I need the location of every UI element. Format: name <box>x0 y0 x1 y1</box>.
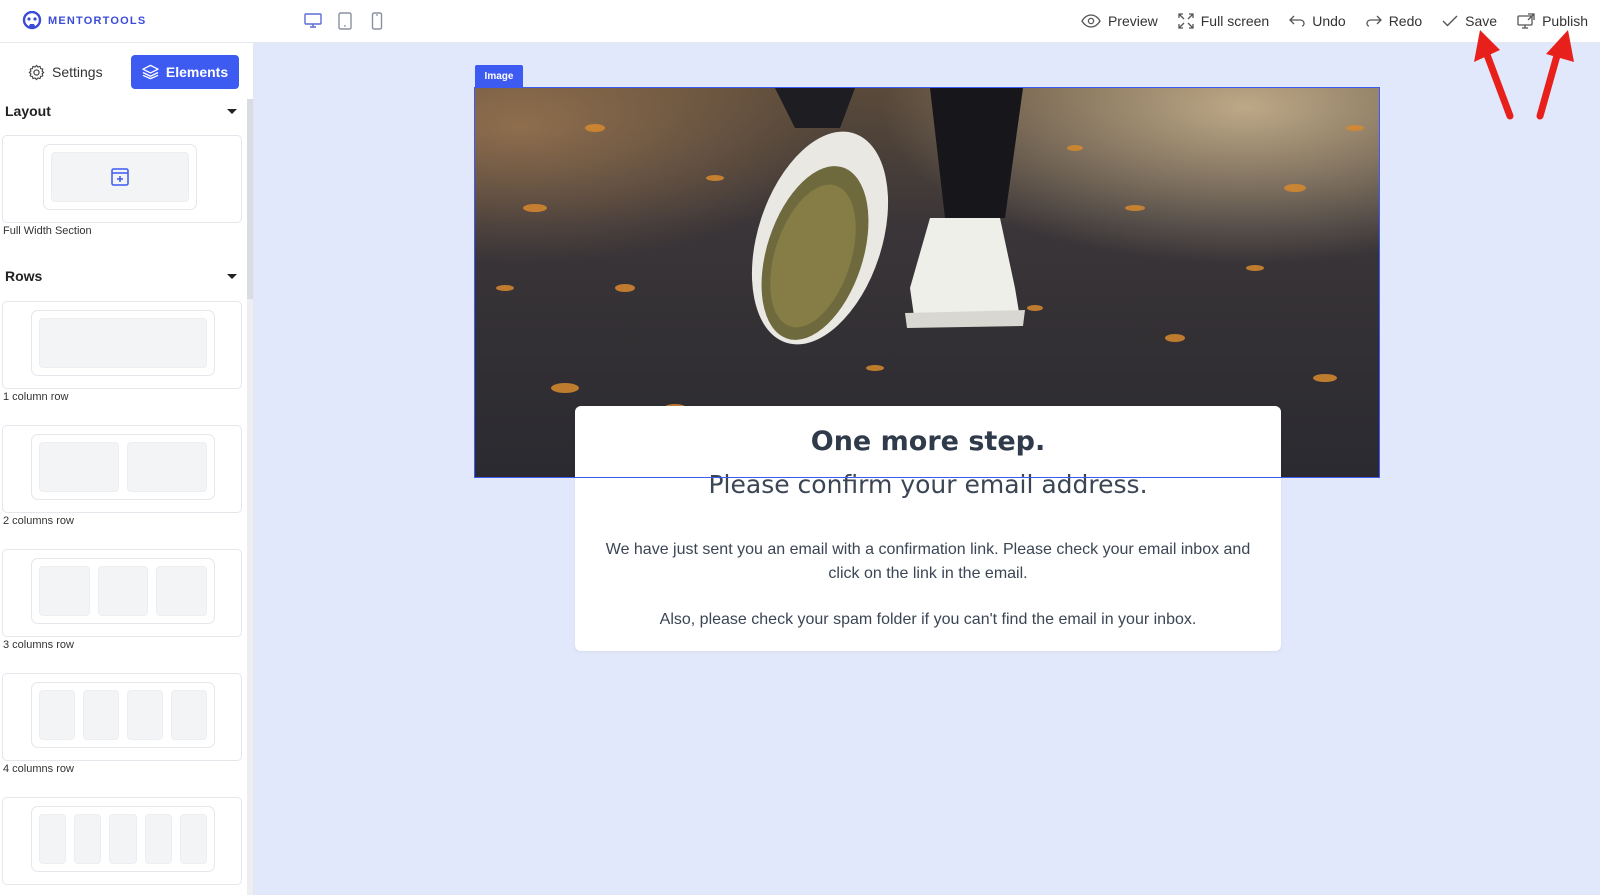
undo-label: Undo <box>1312 13 1346 29</box>
row-cell <box>39 814 67 864</box>
confirmation-card: One more step. Please confirm your email… <box>575 406 1281 651</box>
row-cell <box>97 566 149 616</box>
elements-sidebar: Settings Elements Layout Full Width Sect <box>0 43 254 895</box>
tab-elements[interactable]: Elements <box>131 55 239 89</box>
tab-elements-label: Elements <box>165 64 229 80</box>
save-label: Save <box>1465 13 1498 29</box>
redo-label: Redo <box>1388 13 1423 29</box>
row-cell <box>39 690 75 740</box>
caret-down-icon <box>227 273 237 279</box>
desktop-view-button[interactable] <box>304 11 322 31</box>
sidebar-tabs: Settings Elements <box>0 55 253 89</box>
fullscreen-label: Full screen <box>1200 13 1270 29</box>
top-bar: MENTORTOOLS Preview Full screen Undo Red… <box>0 0 1600 43</box>
row-label-1-column: 1 column row <box>3 391 69 403</box>
row-cell <box>127 442 207 492</box>
confirmation-paragraph-2[interactable]: Also, please check your spam folder if y… <box>595 608 1261 632</box>
row-cell <box>156 566 208 616</box>
redo-button[interactable]: Redo <box>1366 13 1422 29</box>
device-switcher <box>304 11 386 31</box>
expand-icon <box>1178 13 1194 29</box>
rows-section-header[interactable]: Rows <box>5 265 241 287</box>
row-card-2-columns[interactable] <box>2 425 242 513</box>
image-element-tag[interactable]: Image <box>475 65 523 87</box>
mobile-icon <box>371 12 383 30</box>
row-label-4-columns: 4 columns row <box>3 763 74 775</box>
full-width-preview <box>43 144 197 210</box>
row-card-3-columns[interactable] <box>2 549 242 637</box>
full-width-cell <box>51 152 189 202</box>
gear-icon <box>28 64 45 80</box>
rows-section-title: Rows <box>5 268 43 284</box>
fullscreen-button[interactable]: Full screen <box>1178 13 1269 29</box>
logo-text: MENTORTOOLS <box>48 15 147 27</box>
row-cell <box>144 814 172 864</box>
publish-button[interactable]: Publish <box>1517 13 1588 29</box>
layout-section-header[interactable]: Layout <box>5 100 241 122</box>
tablet-icon <box>338 12 352 30</box>
row-preview <box>31 434 215 500</box>
row-cell <box>109 814 137 864</box>
sidebar-scrollbar-thumb[interactable] <box>247 99 253 299</box>
row-label-2-columns: 2 columns row <box>3 515 74 527</box>
check-icon <box>1442 15 1458 27</box>
section-add-icon <box>111 168 129 186</box>
row-preview <box>31 558 215 624</box>
row-card-1-column[interactable] <box>2 301 242 389</box>
undo-icon <box>1289 15 1305 27</box>
layout-section-title: Layout <box>5 103 51 119</box>
row-preview <box>31 806 215 872</box>
preview-label: Preview <box>1107 13 1158 29</box>
preview-button[interactable]: Preview <box>1081 13 1158 29</box>
row-cell <box>83 690 119 740</box>
confirmation-subtitle[interactable]: Please confirm your email address. <box>575 470 1281 499</box>
mobile-view-button[interactable] <box>368 11 386 31</box>
tab-settings[interactable]: Settings <box>28 55 103 89</box>
row-cell <box>39 566 90 616</box>
publish-icon <box>1517 13 1535 29</box>
logo[interactable]: MENTORTOOLS <box>22 11 146 31</box>
row-preview <box>31 310 215 376</box>
row-preview <box>31 682 215 748</box>
tablet-view-button[interactable] <box>336 11 354 31</box>
tab-settings-label: Settings <box>52 64 103 80</box>
row-cell <box>171 690 207 740</box>
full-width-section-card[interactable] <box>2 135 242 223</box>
save-button[interactable]: Save <box>1442 13 1497 29</box>
arrow-annotation-publish <box>1536 30 1574 120</box>
row-cell <box>179 814 208 864</box>
undo-button[interactable]: Undo <box>1289 13 1346 29</box>
confirmation-title[interactable]: One more step. <box>575 426 1281 457</box>
caret-down-icon <box>227 108 237 114</box>
row-label-3-columns: 3 columns row <box>3 639 74 651</box>
image-selection-outline <box>474 477 1380 478</box>
arrow-annotation-save <box>1474 30 1514 120</box>
publish-label: Publish <box>1542 13 1588 29</box>
confirmation-paragraph-1[interactable]: We have just sent you an email with a co… <box>595 538 1261 586</box>
desktop-icon <box>304 13 322 28</box>
logo-icon <box>22 11 42 30</box>
row-cell <box>39 442 119 492</box>
layers-icon <box>142 64 159 80</box>
redo-icon <box>1366 15 1382 27</box>
row-card-5-columns[interactable] <box>2 797 242 885</box>
full-width-section-label: Full Width Section <box>3 225 92 237</box>
row-card-4-columns[interactable] <box>2 673 242 761</box>
row-cell <box>74 814 102 864</box>
row-cell <box>39 318 207 368</box>
row-cell <box>127 690 163 740</box>
eye-icon <box>1081 14 1101 28</box>
